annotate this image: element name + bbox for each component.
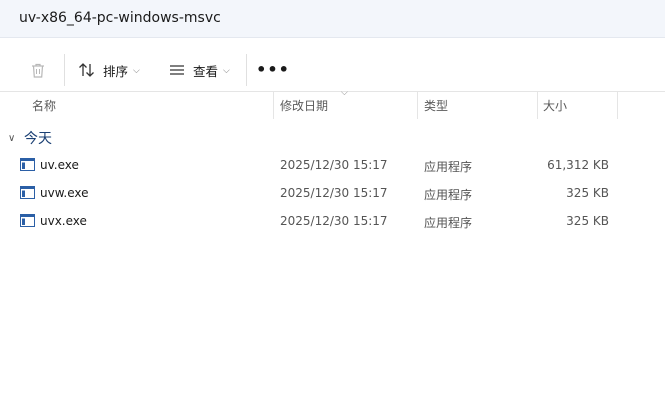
view-label: 查看 <box>193 63 219 79</box>
column-divider[interactable] <box>537 92 538 119</box>
column-header-name[interactable]: 名称 <box>32 97 56 114</box>
address-path[interactable]: uv-x86_64-pc-windows-msvc <box>19 10 221 26</box>
file-name: uv.exe <box>40 158 79 172</box>
toolbar-divider <box>64 54 65 86</box>
application-icon <box>20 158 35 171</box>
sort-button[interactable]: 排序 ⌵ <box>78 56 140 84</box>
sort-label: 排序 <box>103 63 129 79</box>
column-header-size[interactable]: 大小 <box>543 97 567 114</box>
column-header-row: ⌵ 名称 修改日期 类型 大小 <box>0 88 665 119</box>
view-button[interactable]: 查看 ⌵ <box>168 56 230 84</box>
file-row[interactable]: uv.exe 2025/12/30 15:17 应用程序 61,312 KB <box>0 151 665 179</box>
chevron-down-icon: ⌵ <box>223 65 230 76</box>
application-icon <box>20 214 35 227</box>
file-type: 应用程序 <box>424 188 473 202</box>
column-divider[interactable] <box>273 92 274 119</box>
command-bar: 排序 ⌵ 查看 ⌵ ••• <box>0 38 665 92</box>
group-header-today[interactable]: ∨ 今天 <box>8 128 52 148</box>
toolbar-divider <box>246 54 247 86</box>
file-row[interactable]: uvw.exe 2025/12/30 15:17 应用程序 325 KB <box>0 179 665 207</box>
file-size: 61,312 KB <box>547 158 609 172</box>
file-name: uvw.exe <box>40 186 89 200</box>
file-name: uvx.exe <box>40 214 87 228</box>
more-icon: ••• <box>256 60 290 79</box>
group-label: 今天 <box>24 131 52 147</box>
sort-arrows-icon <box>79 63 94 77</box>
file-row[interactable]: uvx.exe 2025/12/30 15:17 应用程序 325 KB <box>0 207 665 235</box>
address-bar[interactable]: uv-x86_64-pc-windows-msvc <box>0 0 665 38</box>
trash-icon <box>32 63 44 78</box>
file-size: 325 KB <box>566 186 609 200</box>
file-date: 2025/12/30 15:17 <box>280 214 388 228</box>
lines-icon <box>170 65 184 75</box>
file-type: 应用程序 <box>424 216 473 230</box>
chevron-down-icon: ∨ <box>8 132 16 144</box>
file-date: 2025/12/30 15:17 <box>280 158 388 172</box>
column-header-type[interactable]: 类型 <box>424 97 448 114</box>
file-type: 应用程序 <box>424 160 473 174</box>
more-options-button[interactable]: ••• <box>256 56 289 84</box>
file-explorer-window: uv-x86_64-pc-windows-msvc 排序 ⌵ 查看 ⌵ ••• … <box>0 0 665 409</box>
column-divider[interactable] <box>417 92 418 119</box>
file-date: 2025/12/30 15:17 <box>280 186 388 200</box>
sort-indicator-icon: ⌵ <box>341 88 348 98</box>
application-icon <box>20 186 35 199</box>
column-header-date[interactable]: 修改日期 <box>280 97 328 114</box>
delete-button[interactable] <box>27 56 49 84</box>
column-divider[interactable] <box>617 92 618 119</box>
file-size: 325 KB <box>566 214 609 228</box>
chevron-down-icon: ⌵ <box>133 65 140 76</box>
